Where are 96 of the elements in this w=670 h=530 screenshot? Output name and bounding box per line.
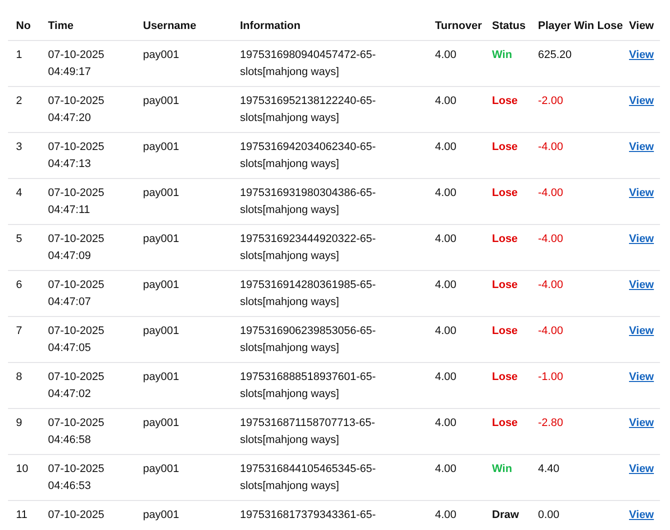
username-cell: pay001 (143, 141, 180, 153)
view-link[interactable]: View (629, 47, 654, 64)
view-link[interactable]: View (629, 461, 654, 478)
view-link[interactable]: View (629, 93, 654, 110)
status-label: Lose (492, 417, 518, 429)
win-lose-amount: 0.00 (538, 509, 560, 521)
win-lose-amount: -4.00 (538, 141, 564, 153)
information-cell-text: 1975316923444920322-65-slots[mahjong ways] (240, 232, 377, 264)
turnover-cell: 4.00 (435, 325, 456, 337)
time-cell-text: 07-10-2025 04:47:13 (48, 140, 106, 172)
information-cell-text: 1975316980940457472-65-slots[mahjong ways] (240, 48, 377, 80)
turnover-cell: 4.00 (435, 95, 456, 107)
turnover-cell: 4.00 (435, 49, 456, 61)
turnover-cell: 4.00 (435, 233, 456, 245)
time-cell-text: 07-10-2025 04:47:05 (48, 324, 106, 356)
time-cell-text: 07-10-2025 (48, 508, 106, 523)
time-cell-text: 07-10-2025 04:47:07 (48, 278, 106, 310)
column-header: Time (40, 10, 135, 40)
turnover-cell: 4.00 (435, 463, 456, 475)
row-number: 11 (16, 509, 28, 521)
information-cell-text: 1975316888518937601-65-slots[mahjong ways] (240, 370, 377, 402)
view-link[interactable]: View (629, 185, 654, 202)
turnover-cell: 4.00 (435, 141, 456, 153)
row-number: 4 (16, 187, 22, 199)
username-cell: pay001 (143, 417, 180, 429)
win-lose-amount: -4.00 (538, 325, 564, 337)
username-cell: pay001 (143, 325, 180, 337)
time-cell-text: 07-10-2025 04:49:17 (48, 48, 106, 80)
view-link[interactable]: View (629, 139, 654, 156)
view-link[interactable]: View (629, 507, 654, 524)
column-header: Player Win Lose (530, 10, 621, 40)
turnover-cell: 4.00 (435, 279, 456, 291)
status-label: Lose (492, 141, 518, 153)
row-number: 1 (16, 49, 22, 61)
time-cell-text: 07-10-2025 04:47:20 (48, 94, 106, 126)
turnover-cell: 4.00 (435, 187, 456, 199)
username-cell: pay001 (143, 509, 180, 521)
column-header: View (621, 10, 660, 40)
win-lose-amount: -1.00 (538, 371, 564, 383)
column-header: Username (135, 10, 232, 40)
information-cell-text: 1975316906239853056-65-slots[mahjong ways] (240, 324, 377, 356)
username-cell: pay001 (143, 49, 180, 61)
username-cell: pay001 (143, 279, 180, 291)
status-label: Draw (492, 509, 519, 521)
win-lose-amount: -4.00 (538, 187, 564, 199)
username-cell: pay001 (143, 95, 180, 107)
time-cell-text: 07-10-2025 04:46:53 (48, 462, 106, 494)
information-cell-text: 1975316844105465345-65-slots[mahjong ways] (240, 462, 377, 494)
row-number: 10 (16, 463, 28, 475)
row-number: 8 (16, 371, 22, 383)
information-cell-text: 1975316914280361985-65-slots[mahjong ways] (240, 278, 377, 310)
status-label: Lose (492, 371, 518, 383)
row-number: 6 (16, 279, 22, 291)
column-header: Turnover (427, 10, 484, 40)
win-lose-amount: 625.20 (538, 49, 572, 61)
time-cell-text: 07-10-2025 04:46:58 (48, 416, 106, 448)
row-number: 3 (16, 141, 22, 153)
view-link[interactable]: View (629, 323, 654, 340)
turnover-cell: 4.00 (435, 509, 456, 521)
column-header: No (8, 10, 40, 40)
username-cell: pay001 (143, 463, 180, 475)
turnover-cell: 4.00 (435, 371, 456, 383)
status-label: Lose (492, 187, 518, 199)
win-lose-amount: -4.00 (538, 233, 564, 245)
column-header: Status (484, 10, 530, 40)
time-cell-text: 07-10-2025 04:47:09 (48, 232, 106, 264)
view-link[interactable]: View (629, 415, 654, 432)
status-label: Lose (492, 233, 518, 245)
information-cell-text: 1975316931980304386-65-slots[mahjong ways] (240, 186, 377, 218)
status-label: Lose (492, 95, 518, 107)
turnover-cell: 4.00 (435, 417, 456, 429)
row-number: 5 (16, 233, 22, 245)
view-link[interactable]: View (629, 277, 654, 294)
row-number: 2 (16, 95, 22, 107)
win-lose-amount: -2.00 (538, 95, 564, 107)
row-number: 7 (16, 325, 22, 337)
column-header: Information (232, 10, 427, 40)
win-lose-amount: -4.00 (538, 279, 564, 291)
win-lose-amount: 4.40 (538, 463, 560, 475)
information-cell-text: 1975316817379343361-65- (240, 508, 377, 523)
status-label: Win (492, 463, 512, 475)
status-label: Lose (492, 325, 518, 337)
view-link[interactable]: View (629, 231, 654, 248)
username-cell: pay001 (143, 233, 180, 245)
view-link[interactable]: View (629, 369, 654, 386)
information-cell-text: 1975316871158707713-65-slots[mahjong ways] (240, 416, 376, 448)
time-cell-text: 07-10-2025 04:47:11 (48, 186, 106, 218)
row-number: 9 (16, 417, 22, 429)
win-lose-amount: -2.80 (538, 417, 564, 429)
status-label: Win (492, 49, 512, 61)
status-label: Lose (492, 279, 518, 291)
information-cell-text: 1975316952138122240-65-slots[mahjong ways] (240, 94, 377, 126)
time-cell-text: 07-10-2025 04:47:02 (48, 370, 106, 402)
information-cell-text: 1975316942034062340-65-slots[mahjong ways] (240, 140, 377, 172)
username-cell: pay001 (143, 187, 180, 199)
username-cell: pay001 (143, 371, 180, 383)
